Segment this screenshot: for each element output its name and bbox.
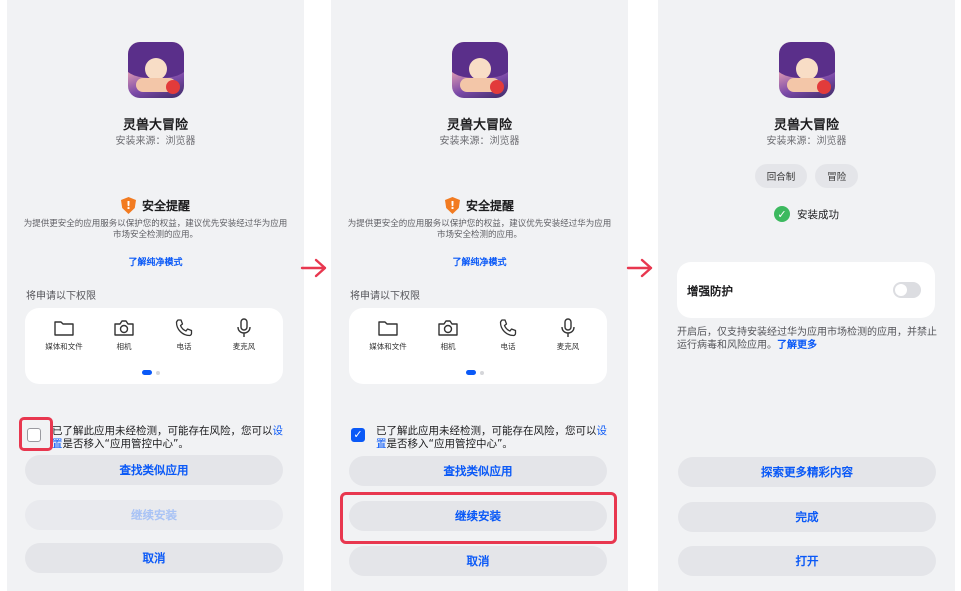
install-source: 安装来源：浏览器 (439, 136, 520, 147)
camera-icon (114, 320, 134, 336)
permission-microphone: 麦克风 (214, 318, 274, 352)
permission-camera: 相机 (418, 318, 478, 352)
security-warning-desc: 为提供更安全的应用服务以保护您的权益，建议优先安装经过华为应用市场安全检测的应用… (347, 219, 612, 240)
microphone-icon (561, 318, 575, 337)
install-source: 安装来源：浏览器 (115, 136, 196, 147)
microphone-icon (237, 318, 251, 337)
page-indicator (142, 370, 166, 375)
permission-phone: 电话 (478, 318, 538, 352)
arrow-right-icon (300, 258, 327, 278)
risk-consent-row: 已了解此应用未经检测，可能存在风险，您可以设置是否移入“应用管控中心”。 (23, 425, 288, 455)
risk-consent-text: 已了解此应用未经检测，可能存在风险，您可以设置是否移入“应用管控中心”。 (376, 425, 607, 450)
permission-camera: 相机 (94, 318, 154, 352)
learn-more-link[interactable]: 了解更多 (777, 340, 817, 351)
permission-microphone: 麦克风 (538, 318, 598, 352)
install-success-screen: 灵兽大冒险 安装来源：浏览器 回合制 冒险 ✓ 安装成功 增强防护 开启后，仅支… (658, 0, 955, 591)
permission-media: 媒体和文件 (358, 318, 418, 352)
app-name: 灵兽大冒险 (446, 118, 512, 133)
enhanced-protection-toggle[interactable] (893, 282, 921, 298)
page-indicator (466, 370, 490, 375)
done-button[interactable]: 完成 (678, 502, 936, 532)
app-name: 灵兽大冒险 (773, 118, 839, 133)
tag-adventure[interactable]: 冒险 (815, 164, 859, 188)
tag-turn-based[interactable]: 回合制 (754, 164, 808, 188)
permissions-card[interactable]: 媒体和文件 相机 电话 麦克风 (25, 308, 283, 384)
risk-consent-checkbox-checked[interactable]: ✓ (351, 428, 365, 442)
security-warning-title: ! 安全提醒 (7, 197, 304, 214)
permission-label: 电话 (500, 342, 516, 351)
shield-warning-icon: ! (120, 197, 136, 214)
permission-label: 媒体和文件 (45, 342, 83, 351)
enhanced-protection-desc: 开启后，仅支持安装经过华为应用市场检测的应用，并禁止运行病毒和风险应用。了解更多 (677, 327, 937, 351)
permission-label: 相机 (440, 342, 456, 351)
security-warning-label: 安全提醒 (141, 199, 190, 213)
enhanced-protection-card: 增强防护 (677, 262, 935, 318)
folder-icon (378, 321, 398, 336)
app-icon (451, 42, 508, 98)
explore-more-button[interactable]: 探索更多精彩内容 (678, 457, 936, 487)
continue-install-button[interactable]: 继续安装 (25, 500, 283, 530)
permissions-title: 将申请以下权限 (350, 291, 420, 302)
risk-consent-row: ✓ 已了解此应用未经检测，可能存在风险，您可以设置是否移入“应用管控中心”。 (347, 425, 612, 455)
arrow-right-icon (626, 258, 653, 278)
install-screen-warning-checked: 灵兽大冒险 安装来源：浏览器 ! 安全提醒 为提供更安全的应用服务以保护您的权益… (331, 0, 628, 591)
app-name: 灵兽大冒险 (122, 118, 188, 133)
folder-icon (54, 321, 74, 336)
install-success-label: 安装成功 (797, 208, 839, 221)
phone-icon (175, 319, 193, 337)
highlight-checkbox (19, 417, 53, 451)
enhanced-protection-label: 增强防护 (687, 284, 733, 298)
open-button[interactable]: 打开 (678, 546, 936, 576)
permissions-card[interactable]: 媒体和文件 相机 电话 麦克风 (349, 308, 607, 384)
permission-label: 麦克风 (556, 342, 580, 351)
cancel-button[interactable]: 取消 (349, 546, 607, 576)
app-icon (127, 42, 184, 98)
permission-label: 电话 (176, 342, 192, 351)
shield-warning-icon: ! (444, 197, 460, 214)
phone-icon (499, 319, 517, 337)
permissions-title: 将申请以下权限 (26, 291, 96, 302)
risk-consent-text: 已了解此应用未经检测，可能存在风险，您可以设置是否移入“应用管控中心”。 (52, 425, 283, 450)
learn-pure-mode-link[interactable]: 了解纯净模式 (7, 255, 304, 268)
install-source: 安装来源：浏览器 (766, 136, 847, 147)
permission-label: 媒体和文件 (369, 342, 407, 351)
permission-label: 麦克风 (232, 342, 256, 351)
permission-media: 媒体和文件 (34, 318, 94, 352)
app-icon (778, 42, 835, 98)
security-warning-title: ! 安全提醒 (331, 197, 628, 214)
checkmark-success-icon: ✓ (774, 206, 790, 222)
app-tags: 回合制 冒险 (658, 164, 955, 188)
security-warning-label: 安全提醒 (465, 199, 514, 213)
cancel-button[interactable]: 取消 (25, 543, 283, 573)
camera-icon (438, 320, 458, 336)
install-screen-warning-unchecked: 灵兽大冒险 安装来源：浏览器 ! 安全提醒 为提供更安全的应用服务以保护您的权益… (7, 0, 304, 591)
find-similar-button[interactable]: 查找类似应用 (25, 455, 283, 485)
security-warning-desc: 为提供更安全的应用服务以保护您的权益，建议优先安装经过华为应用市场安全检测的应用… (23, 219, 288, 240)
permission-phone: 电话 (154, 318, 214, 352)
learn-pure-mode-link[interactable]: 了解纯净模式 (331, 255, 628, 268)
highlight-continue-button (340, 492, 617, 544)
find-similar-button[interactable]: 查找类似应用 (349, 456, 607, 486)
permission-label: 相机 (116, 342, 132, 351)
install-success-status: ✓ 安装成功 (658, 206, 955, 222)
